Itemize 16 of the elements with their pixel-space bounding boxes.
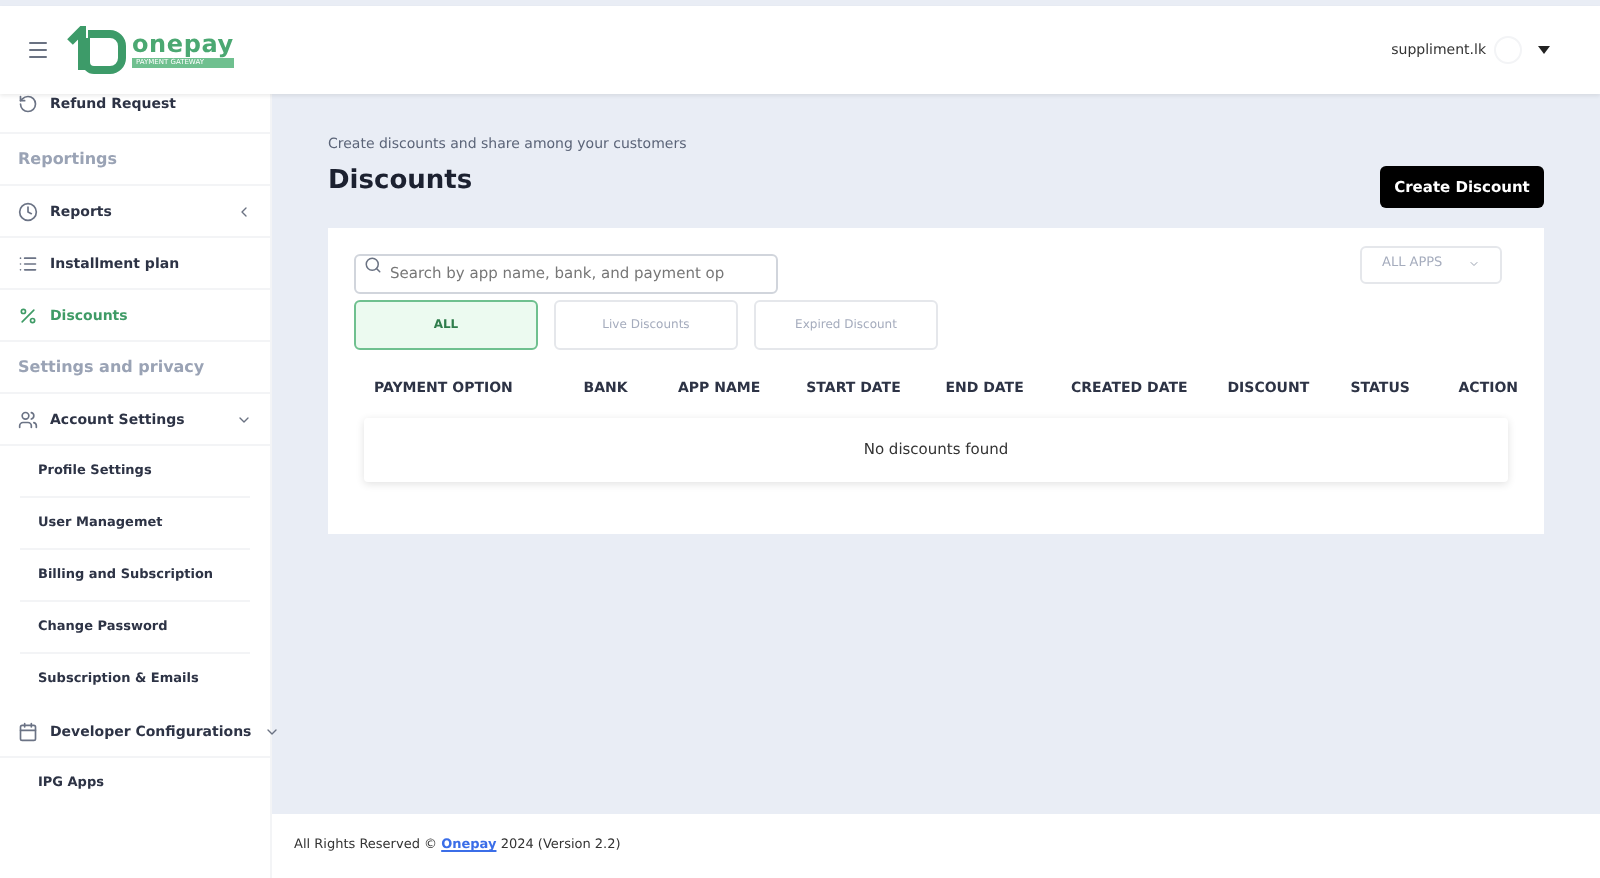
item-icon <box>18 94 38 114</box>
sidebar-section-title: Settings and privacy <box>18 355 205 379</box>
chevron-down-icon <box>1468 258 1480 270</box>
item-icon <box>18 305 38 325</box>
item-icon <box>18 721 38 741</box>
dropdown-caret-icon[interactable] <box>1538 46 1550 54</box>
page-title: Discounts <box>328 163 475 199</box>
sidebar-section-title: Reportings <box>18 147 118 171</box>
logo-text: onepay <box>132 31 234 56</box>
item-icon <box>18 201 38 221</box>
item-icon <box>18 253 38 273</box>
item-icon <box>18 409 38 429</box>
search-icon <box>364 255 382 273</box>
chevron-left-icon[interactable] <box>236 203 252 219</box>
logo-icon <box>66 26 126 74</box>
menu-icon[interactable] <box>26 38 50 62</box>
